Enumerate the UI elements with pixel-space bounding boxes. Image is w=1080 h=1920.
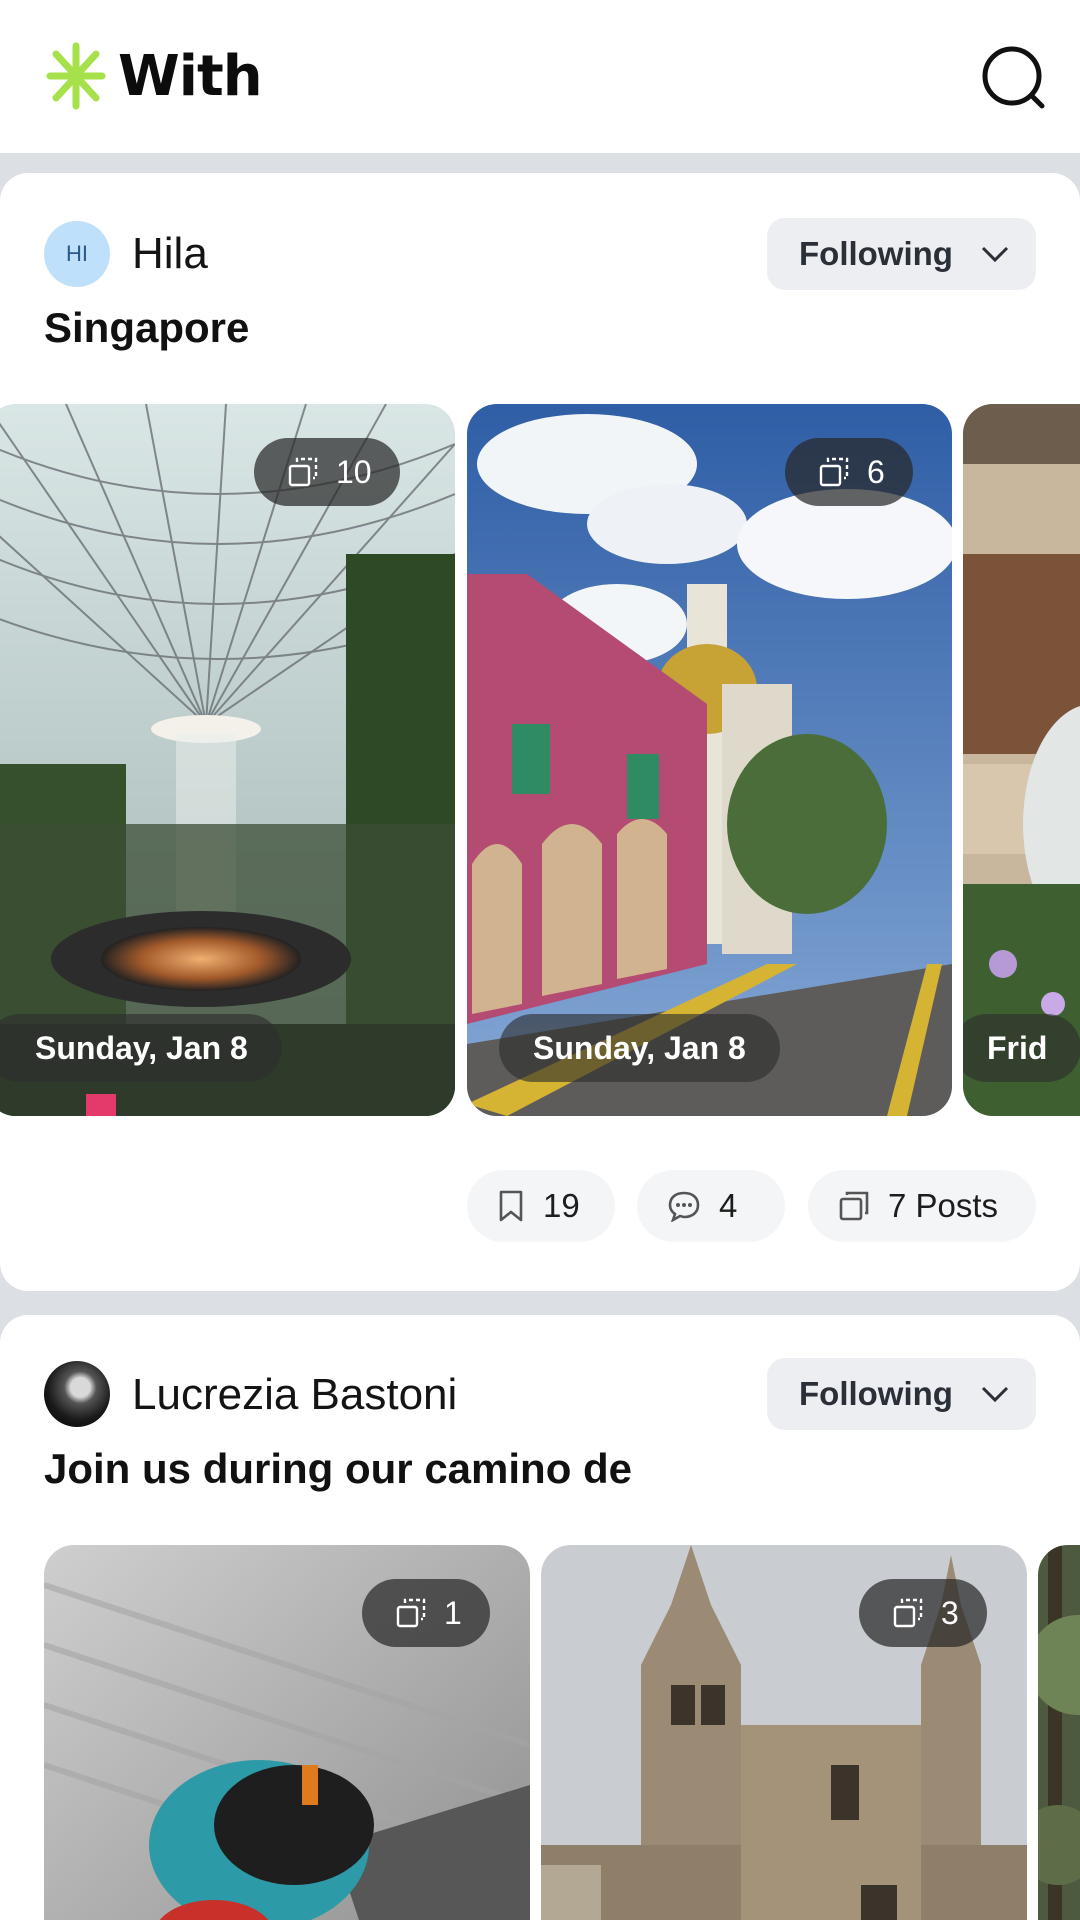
stack-icon (839, 1191, 869, 1221)
search-icon[interactable] (980, 44, 1048, 112)
stack-icon (819, 457, 849, 487)
app-logo[interactable]: With (44, 40, 263, 112)
comment-count-button[interactable]: 4 (637, 1170, 785, 1242)
date-label: Frid (963, 1014, 1080, 1082)
photo-count: 3 (941, 1594, 959, 1631)
posts-count-button[interactable]: 7 Posts (808, 1170, 1036, 1242)
chevron-down-icon (981, 1386, 1009, 1403)
rain-vortex-photo (0, 404, 455, 1116)
bookmark-count: 19 (543, 1187, 580, 1224)
following-label: Following (799, 235, 953, 272)
bookmark-icon (499, 1190, 523, 1222)
app-name: With (118, 43, 263, 109)
date-label: Sunday, Jan 8 (499, 1014, 780, 1082)
stack-icon (288, 457, 318, 487)
date-label: Sunday, Jan 8 (0, 1014, 282, 1082)
photo-strip[interactable]: 1 3 (0, 1545, 1080, 1920)
bookmark-count-button[interactable]: 19 (467, 1170, 615, 1242)
post-count-badge: 3 (859, 1579, 987, 1647)
comment-icon (668, 1191, 700, 1222)
photo-count: 10 (336, 453, 372, 490)
photo-card[interactable]: Frid (963, 404, 1080, 1116)
sculpture-photo (963, 404, 1080, 1116)
avatar[interactable]: HI (44, 221, 110, 287)
post-card[interactable]: HI Hila Following Singapore 10 Sunday, J… (0, 173, 1080, 1291)
photo-count: 6 (867, 453, 885, 490)
post-count-badge: 10 (254, 438, 400, 506)
post-card[interactable]: Lucrezia Bastoni Following Join us durin… (0, 1315, 1080, 1920)
posts-count: 7 Posts (888, 1187, 999, 1224)
following-label: Following (799, 1375, 953, 1412)
avatar[interactable] (44, 1361, 110, 1427)
mosque-street-photo (467, 404, 952, 1116)
author-name[interactable]: Hila (132, 229, 208, 279)
photo-card[interactable]: 10 Sunday, Jan 8 (0, 404, 455, 1116)
post-title[interactable]: Join us during our camino de (44, 1445, 632, 1493)
post-count-badge: 1 (362, 1579, 490, 1647)
post-count-badge: 6 (785, 438, 913, 506)
author-name[interactable]: Lucrezia Bastoni (132, 1370, 457, 1420)
photo-count: 1 (444, 1594, 462, 1631)
photo-card[interactable]: 6 Sunday, Jan 8 (467, 404, 952, 1116)
photo-card[interactable] (1038, 1545, 1080, 1920)
post-title[interactable]: Singapore (44, 304, 249, 352)
asterisk-logo-icon (46, 42, 106, 110)
top-bar: With (0, 0, 1080, 153)
trees-photo (1038, 1545, 1080, 1920)
photo-card[interactable]: 1 (44, 1545, 530, 1920)
chevron-down-icon (981, 246, 1009, 263)
photo-strip[interactable]: 10 Sunday, Jan 8 6 Sunday, Jan 8 Frid (0, 404, 1080, 1116)
stack-icon (893, 1598, 923, 1628)
following-dropdown-button[interactable]: Following (767, 1358, 1036, 1430)
following-dropdown-button[interactable]: Following (767, 218, 1036, 290)
comment-count: 4 (719, 1187, 738, 1224)
photo-card[interactable]: 3 (541, 1545, 1027, 1920)
stack-icon (396, 1598, 426, 1628)
